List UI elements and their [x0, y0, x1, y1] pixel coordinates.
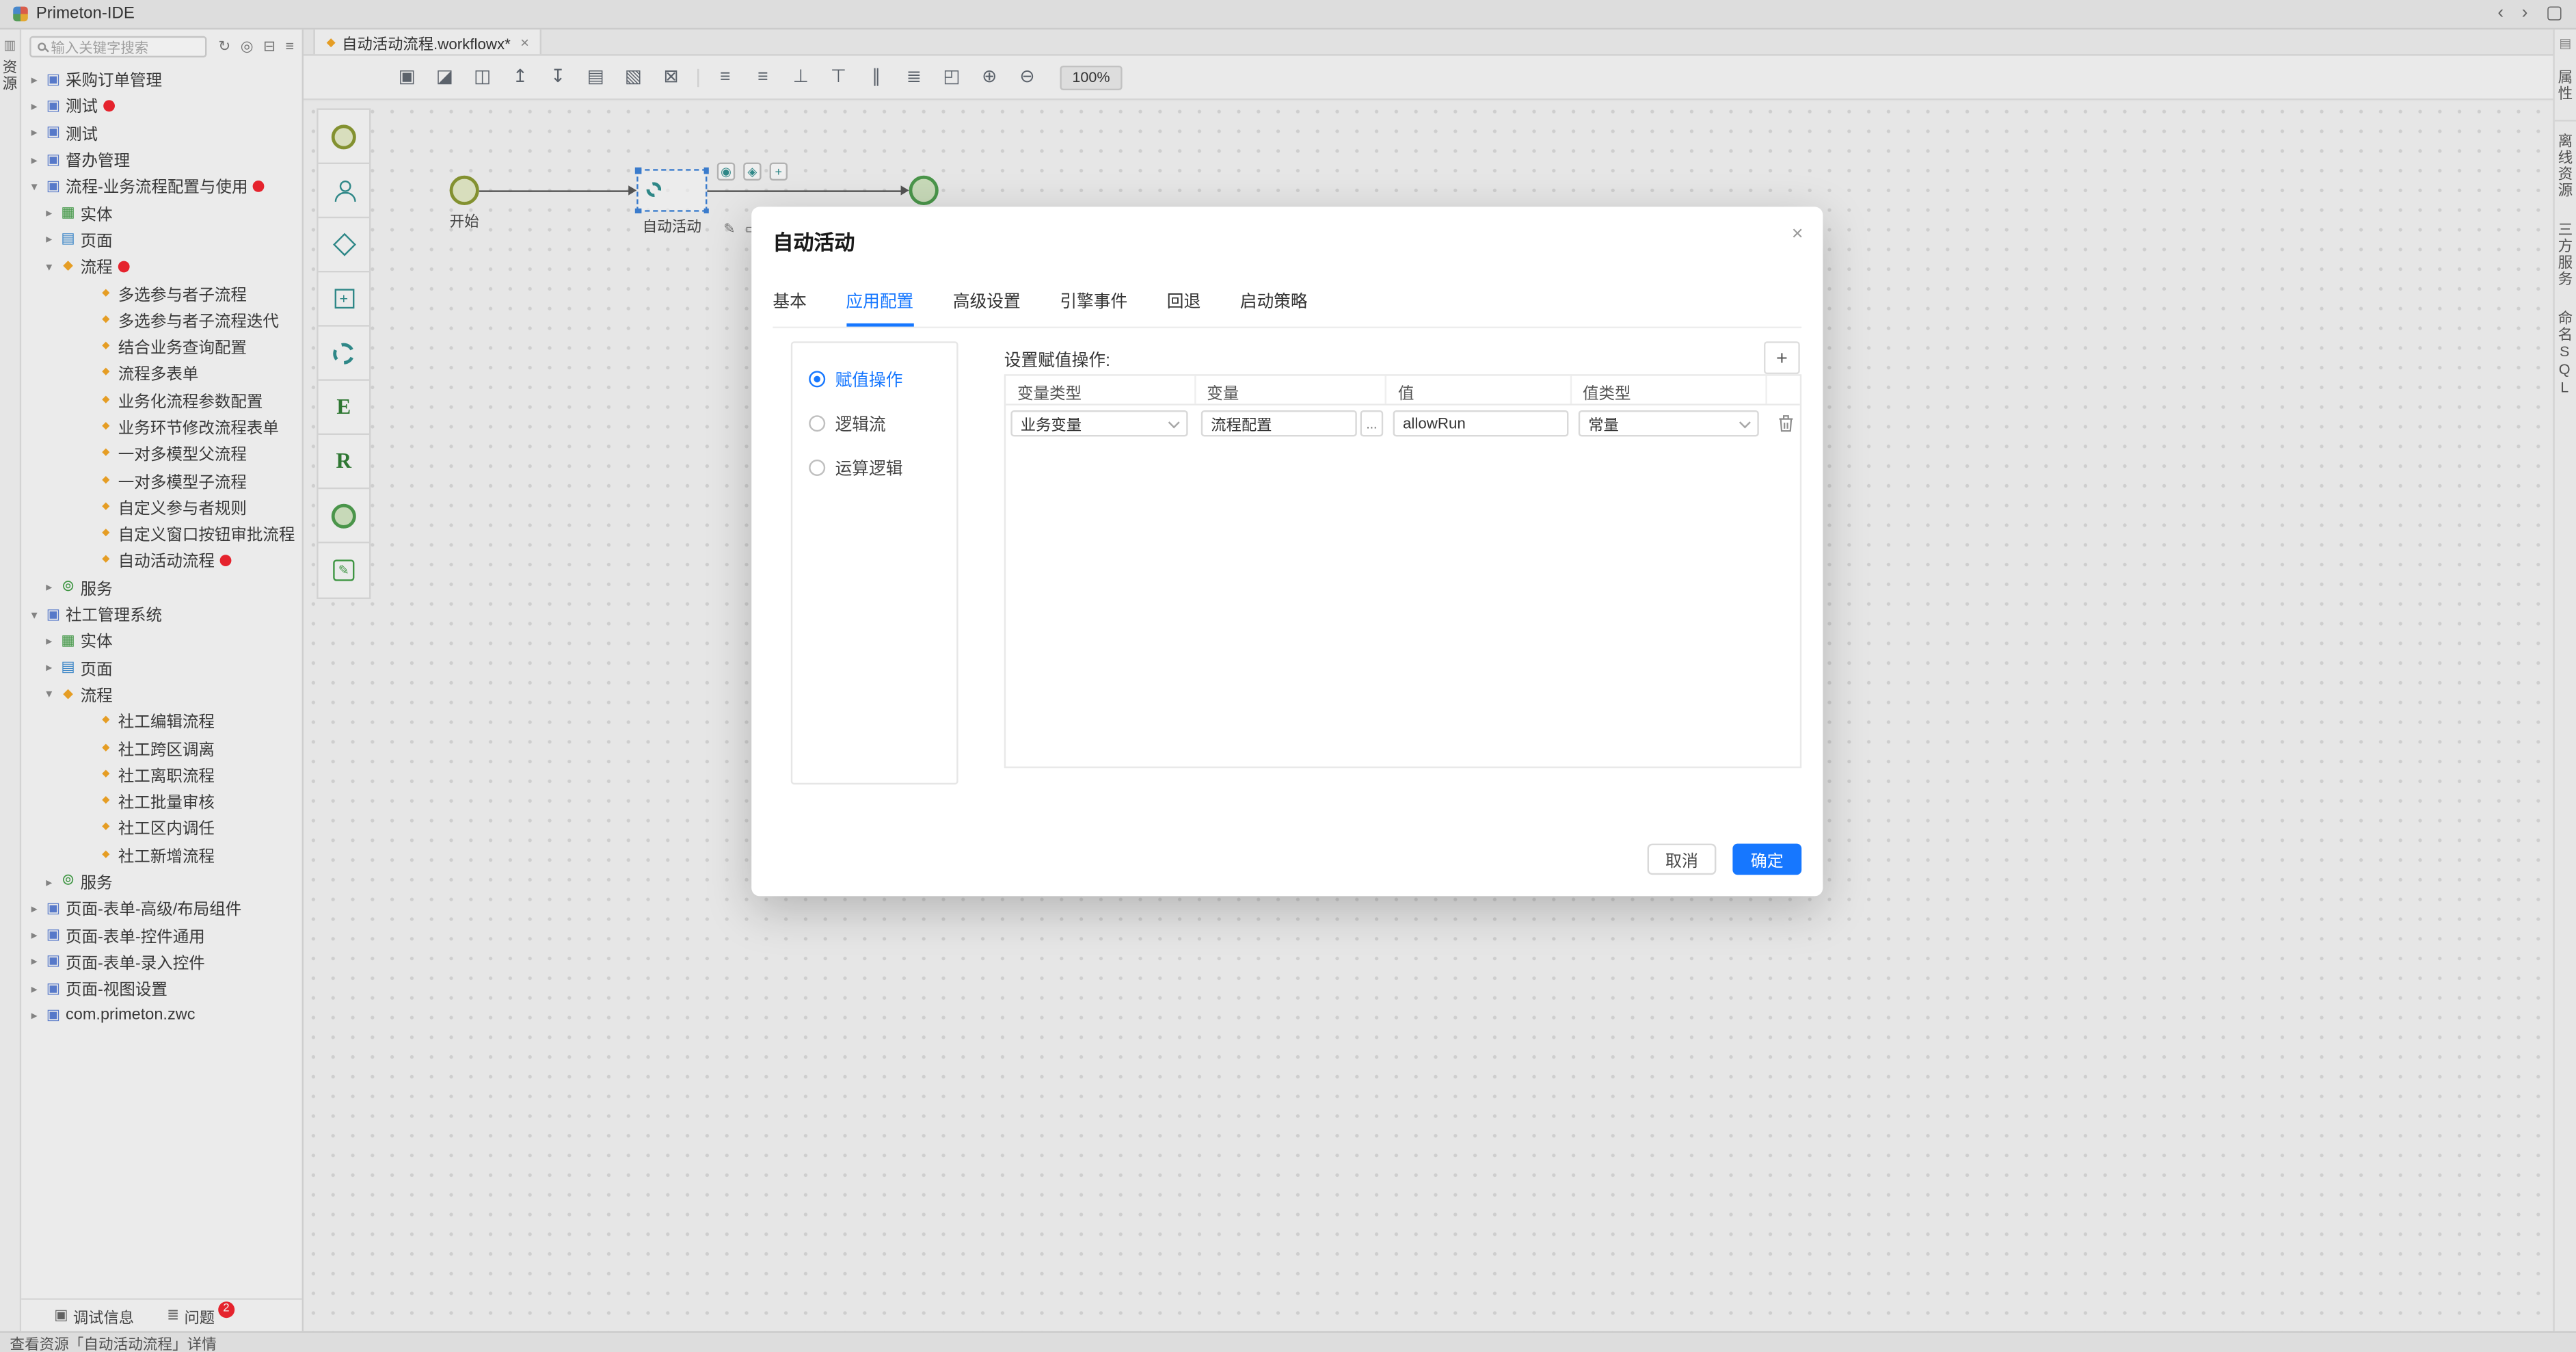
- dialog-tab[interactable]: 基本: [773, 287, 806, 327]
- table-header-cell: 变量类型: [1006, 376, 1195, 404]
- chevron-down-icon: [1739, 416, 1751, 427]
- dialog-tab[interactable]: 应用配置: [846, 287, 913, 327]
- variable-picker-button[interactable]: ...: [1360, 410, 1384, 436]
- chevron-down-icon: [1168, 416, 1180, 427]
- dialog-option-panel: 赋值操作逻辑流运算逻辑: [791, 341, 958, 784]
- table-header-cell: [1767, 376, 1800, 404]
- radio-icon[interactable]: [809, 459, 825, 475]
- section-title: 设置赋值操作:: [1004, 346, 1110, 371]
- variable-value: 流程配置: [1211, 412, 1272, 435]
- table-header-cell: 值类型: [1571, 376, 1767, 404]
- table-header: 变量类型变量值值类型: [1006, 376, 1800, 406]
- option-label: 逻辑流: [835, 410, 886, 435]
- radio-icon[interactable]: [809, 370, 825, 386]
- option-label: 运算逻辑: [835, 455, 903, 479]
- var-type-select[interactable]: 业务变量: [1010, 410, 1188, 436]
- dialog-tab[interactable]: 回退: [1167, 287, 1200, 327]
- value-type-cell: 常量: [1574, 410, 1771, 436]
- value-type-value: 常量: [1588, 412, 1619, 435]
- dialog-footer: 取消 确定: [1648, 844, 1802, 875]
- delete-row-button[interactable]: [1771, 414, 1797, 434]
- add-row-button[interactable]: +: [1764, 341, 1800, 374]
- table-header-cell: 变量: [1195, 376, 1386, 404]
- cancel-button[interactable]: 取消: [1648, 844, 1717, 875]
- table-header-cell: 值: [1386, 376, 1571, 404]
- variable-cell: 流程配置 ...: [1196, 410, 1388, 436]
- ok-button[interactable]: 确定: [1732, 844, 1801, 875]
- table-row: 业务变量 流程配置 ... allowRun: [1006, 406, 1800, 442]
- value-input[interactable]: allowRun: [1393, 410, 1569, 436]
- assignment-table: 变量类型变量值值类型 业务变量 流程配置 ... allowRun: [1004, 374, 1801, 768]
- value-cell: allowRun: [1388, 410, 1573, 436]
- dialog-tab[interactable]: 引擎事件: [1060, 287, 1127, 327]
- option-row[interactable]: 逻辑流: [792, 401, 956, 445]
- dialog-close-icon[interactable]: ×: [1792, 222, 1803, 245]
- dialog-tab[interactable]: 高级设置: [953, 287, 1021, 327]
- value-text: allowRun: [1403, 415, 1466, 432]
- variable-input[interactable]: 流程配置: [1201, 410, 1357, 436]
- trash-icon: [1777, 414, 1795, 434]
- option-row[interactable]: 赋值操作: [792, 356, 956, 401]
- option-row[interactable]: 运算逻辑: [792, 445, 956, 489]
- auto-activity-dialog: 自动活动 × 基本应用配置高级设置引擎事件回退启动策略 赋值操作逻辑流运算逻辑 …: [751, 207, 1823, 896]
- option-label: 赋值操作: [835, 366, 903, 390]
- var-type-cell: 业务变量: [1006, 410, 1196, 436]
- dialog-tab[interactable]: 启动策略: [1240, 287, 1308, 327]
- var-type-value: 业务变量: [1021, 412, 1082, 435]
- dialog-tabs: 基本应用配置高级设置引擎事件回退启动策略: [773, 289, 1801, 328]
- radio-icon[interactable]: [809, 414, 825, 431]
- dialog-title: 自动活动: [773, 225, 855, 256]
- value-type-select[interactable]: 常量: [1579, 410, 1759, 436]
- app-window: Primeton-IDE ‹›▢ ▥ 资源 输入关键字搜索 ↻◎⊟≡ ▸▣采购订…: [0, 0, 2576, 1352]
